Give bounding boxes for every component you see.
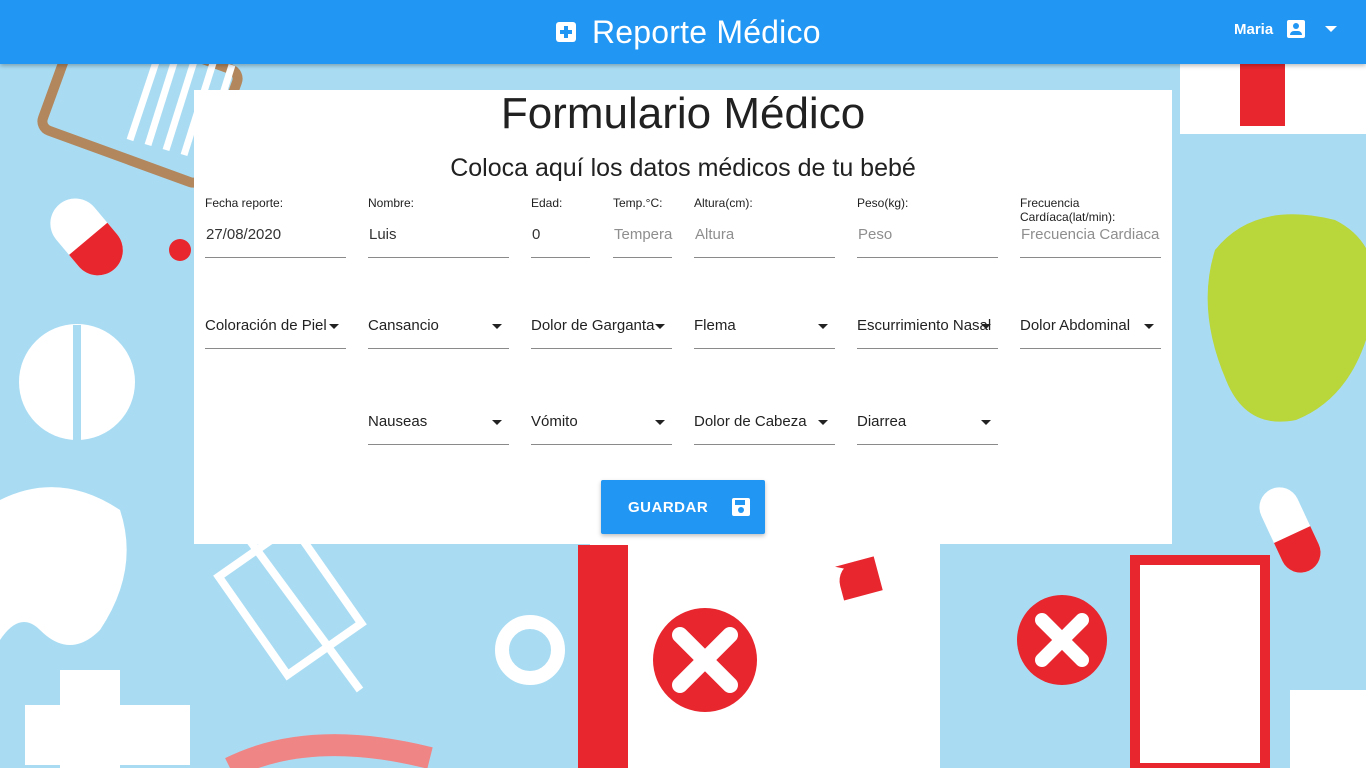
select-runny-nose-value: Escurrimiento Nasal xyxy=(857,317,992,334)
select-vomit-value: Vómito xyxy=(531,413,578,430)
save-button[interactable]: GUARDAR xyxy=(601,480,765,534)
caret-down-icon[interactable] xyxy=(1325,26,1338,32)
user-name: Maria xyxy=(1234,20,1274,38)
temperature-input[interactable]: Tempera xyxy=(614,226,673,243)
weight-input[interactable]: Peso xyxy=(858,226,892,243)
top-app-bar: Reporte Médico Maria xyxy=(0,0,1366,64)
account-box-icon xyxy=(1287,20,1306,38)
caret-down-icon xyxy=(981,324,991,329)
select-diarrhea[interactable]: Diarrea xyxy=(857,403,998,445)
select-underline xyxy=(694,444,835,445)
age-label: Edad: xyxy=(531,196,563,210)
report-date-label: Fecha reporte: xyxy=(205,196,284,210)
height-underline xyxy=(694,257,835,258)
select-phlegm-value: Flema xyxy=(694,317,736,334)
select-sore-throat[interactable]: Dolor de Garganta xyxy=(531,307,672,349)
user-menu[interactable]: Maria xyxy=(1234,20,1338,38)
medical-form-card: Formulario Médico Coloca aquí los datos … xyxy=(194,90,1172,544)
select-abdominal-pain-value: Dolor Abdominal xyxy=(1020,317,1131,334)
medical-plus-icon xyxy=(556,22,576,42)
app-title: Reporte Médico xyxy=(592,13,821,50)
name-input[interactable]: Luis xyxy=(369,226,397,243)
age-underline xyxy=(531,257,590,258)
select-underline xyxy=(368,348,509,349)
heart-rate-underline xyxy=(1020,257,1161,258)
height-input[interactable]: Altura xyxy=(695,226,734,243)
caret-down-icon xyxy=(818,324,828,329)
select-tiredness[interactable]: Cansancio xyxy=(368,307,509,349)
report-date-underline xyxy=(205,257,346,258)
select-nausea-value: Nauseas xyxy=(368,413,428,430)
select-abdominal-pain[interactable]: Dolor Abdominal xyxy=(1020,307,1161,349)
select-underline xyxy=(694,348,835,349)
select-phlegm[interactable]: Flema xyxy=(694,307,835,349)
select-nausea[interactable]: Nauseas xyxy=(368,403,509,445)
select-headache-value: Dolor de Cabeza xyxy=(694,413,807,430)
select-underline xyxy=(531,348,672,349)
select-headache[interactable]: Dolor de Cabeza xyxy=(694,403,835,445)
select-runny-nose[interactable]: Escurrimiento Nasal xyxy=(857,307,998,349)
save-button-label: GUARDAR xyxy=(628,498,709,516)
caret-down-icon xyxy=(981,420,991,425)
age-input[interactable]: 0 xyxy=(532,226,540,243)
caret-down-icon xyxy=(492,420,502,425)
select-underline xyxy=(857,348,998,349)
caret-down-icon xyxy=(492,324,502,329)
select-underline xyxy=(857,444,998,445)
app-brand[interactable]: Reporte Médico xyxy=(556,14,821,50)
select-underline xyxy=(1020,348,1161,349)
report-date-input[interactable]: 27/08/2020 xyxy=(206,226,281,243)
select-underline xyxy=(368,444,509,445)
weight-underline xyxy=(857,257,998,258)
select-vomit[interactable]: Vómito xyxy=(531,403,672,445)
heart-rate-label: Frecuencia Cardíaca(lat/min): xyxy=(1020,196,1116,224)
weight-label: Peso(kg): xyxy=(857,196,909,210)
caret-down-icon xyxy=(1144,324,1154,329)
temperature-label: Temp.°C: xyxy=(613,196,663,210)
form-title: Formulario Médico xyxy=(500,89,866,138)
caret-down-icon xyxy=(655,420,665,425)
floppy-disk-icon xyxy=(732,498,750,516)
select-sore-throat-value: Dolor de Garganta xyxy=(531,317,655,334)
caret-down-icon xyxy=(818,420,828,425)
heart-rate-input[interactable]: Frecuencia Cardiaca xyxy=(1021,226,1162,243)
form-subtitle: Coloca aquí los datos médicos de tu bebé xyxy=(450,154,916,182)
name-underline xyxy=(368,257,509,258)
temperature-underline xyxy=(613,257,672,258)
select-skin-color[interactable]: Coloración de Piel xyxy=(205,307,346,349)
height-label: Altura(cm): xyxy=(694,196,753,210)
select-underline xyxy=(531,444,672,445)
caret-down-icon xyxy=(655,324,665,329)
caret-down-icon xyxy=(329,324,339,329)
name-label: Nombre: xyxy=(368,196,415,210)
select-tiredness-value: Cansancio xyxy=(368,317,439,334)
select-skin-color-value: Coloración de Piel xyxy=(205,317,327,334)
select-diarrhea-value: Diarrea xyxy=(857,413,907,430)
select-underline xyxy=(205,348,346,349)
